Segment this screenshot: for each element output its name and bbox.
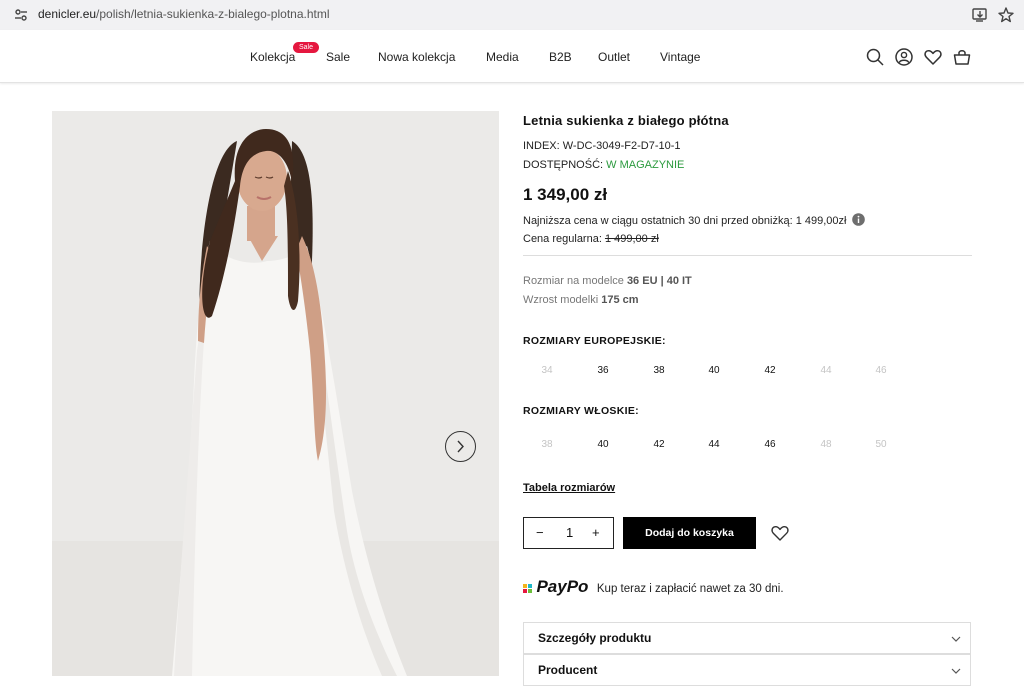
model-size-info: Rozmiar na modelce 36 EU | 40 IT <box>523 275 692 287</box>
account-icon[interactable] <box>894 47 914 67</box>
chevron-down-icon <box>951 668 961 674</box>
paypo-logo: PayPo <box>536 577 589 596</box>
model-height-label: Wzrost modelki <box>523 294 599 306</box>
index-label: INDEX: <box>523 140 560 152</box>
nav-item-sale[interactable]: Sale <box>326 50 350 64</box>
quantity-stepper: − 1 + <box>523 517 614 549</box>
main-navigation: Kolekcja Sale Sale Nowa kolekcja Media B… <box>0 30 1024 83</box>
regular-price: Cena regularna: 1 499,00 zł <box>523 233 659 245</box>
model-size-label: Rozmiar na modelce <box>523 275 624 287</box>
nav-item-media[interactable]: Media <box>486 50 519 64</box>
eu-size-option[interactable]: 44 <box>811 365 841 376</box>
paypo-info: PayPo Kup teraz i zapłacić nawet za 30 d… <box>523 577 784 597</box>
nav-item-kolekcja[interactable]: Kolekcja <box>250 50 295 64</box>
product-price: 1 349,00 zł <box>523 185 608 204</box>
nav-item-outlet[interactable]: Outlet <box>598 50 630 64</box>
eu-size-option[interactable]: 42 <box>755 365 785 376</box>
product-image[interactable] <box>52 111 499 676</box>
it-size-option[interactable]: 48 <box>811 439 841 450</box>
product-title: Letnia sukienka z białego płótna <box>523 113 729 128</box>
eu-size-option[interactable]: 40 <box>699 365 729 376</box>
nav-item-b2b[interactable]: B2B <box>549 50 572 64</box>
eu-size-option[interactable]: 38 <box>644 365 674 376</box>
availability-status: W MAGAZYNIE <box>606 159 685 171</box>
model-in-white-dress-image <box>52 111 499 676</box>
quantity-value[interactable]: 1 <box>566 525 573 540</box>
it-size-option[interactable]: 42 <box>644 439 674 450</box>
model-height-info: Wzrost modelki 175 cm <box>523 294 639 306</box>
wishlist-heart-icon[interactable] <box>923 47 943 67</box>
accordion-label: Szczegóły produktu <box>538 631 652 645</box>
browser-url-bar: denicler.eu/polish/letnia-sukienka-z-bia… <box>0 0 1024 30</box>
eu-size-option[interactable]: 46 <box>866 365 896 376</box>
model-size-value: 36 EU | 40 IT <box>626 275 692 287</box>
sale-badge: Sale <box>293 42 319 53</box>
paypo-dots-icon <box>523 584 532 593</box>
install-app-icon[interactable] <box>971 6 989 24</box>
it-sizes-heading: ROZMIARY WŁOSKIE: <box>523 405 639 417</box>
lowest-price-info: Najniższa cena w ciągu ostatnich 30 dni … <box>523 213 865 227</box>
address-field[interactable]: denicler.eu/polish/letnia-sukienka-z-bia… <box>38 7 330 21</box>
it-size-option[interactable]: 38 <box>532 439 562 450</box>
eu-sizes-heading: ROZMIARY EUROPEJSKIE: <box>523 335 666 347</box>
lowest-price-text: Najniższa cena w ciągu ostatnich 30 dni … <box>523 215 847 227</box>
divider <box>523 255 972 256</box>
quantity-decrease-button[interactable]: − <box>536 525 544 540</box>
eu-size-option[interactable]: 34 <box>532 365 562 376</box>
url-path: /polish/letnia-sukienka-z-bialego-plotna… <box>96 7 330 21</box>
it-size-option[interactable]: 44 <box>699 439 729 450</box>
nav-item-nowa-kolekcja[interactable]: Nowa kolekcja <box>378 50 455 64</box>
size-table-link[interactable]: Tabela rozmiarów <box>523 482 615 494</box>
paypo-text: Kup teraz i zapłacić nawet za 30 dni. <box>596 583 784 595</box>
url-domain: denicler.eu <box>38 7 97 21</box>
it-size-option[interactable]: 50 <box>866 439 896 450</box>
info-icon[interactable] <box>851 213 865 226</box>
regular-price-value: 1 499,00 zł <box>604 233 659 245</box>
bookmark-star-icon[interactable] <box>997 6 1015 24</box>
model-height-value: 175 cm <box>601 294 639 306</box>
quantity-increase-button[interactable]: + <box>592 525 600 540</box>
product-availability: DOSTĘPNOŚĆ: W MAGAZYNIE <box>523 159 684 171</box>
search-icon[interactable] <box>865 47 885 67</box>
chevron-right-icon <box>457 440 464 453</box>
chevron-down-icon <box>951 636 961 642</box>
regular-price-label: Cena regularna: <box>523 233 602 245</box>
cart-basket-icon[interactable] <box>952 47 972 67</box>
next-image-button[interactable] <box>445 431 476 462</box>
availability-label: DOSTĘPNOŚĆ: <box>523 159 604 171</box>
accordion-label: Producent <box>538 663 598 677</box>
add-to-cart-button[interactable]: Dodaj do koszyka <box>623 517 756 549</box>
accordion-producer[interactable]: Producent <box>523 654 971 686</box>
accordion-product-details[interactable]: Szczegóły produktu <box>523 622 971 654</box>
add-to-wishlist-heart-icon[interactable] <box>770 523 790 543</box>
nav-item-vintage[interactable]: Vintage <box>660 50 700 64</box>
product-index: INDEX: W-DC-3049-F2-D7-10-1 <box>523 140 681 152</box>
it-size-option[interactable]: 46 <box>755 439 785 450</box>
index-value: W-DC-3049-F2-D7-10-1 <box>562 140 681 152</box>
site-settings-icon[interactable] <box>13 7 29 23</box>
it-size-option[interactable]: 40 <box>588 439 618 450</box>
eu-size-option[interactable]: 36 <box>588 365 618 376</box>
